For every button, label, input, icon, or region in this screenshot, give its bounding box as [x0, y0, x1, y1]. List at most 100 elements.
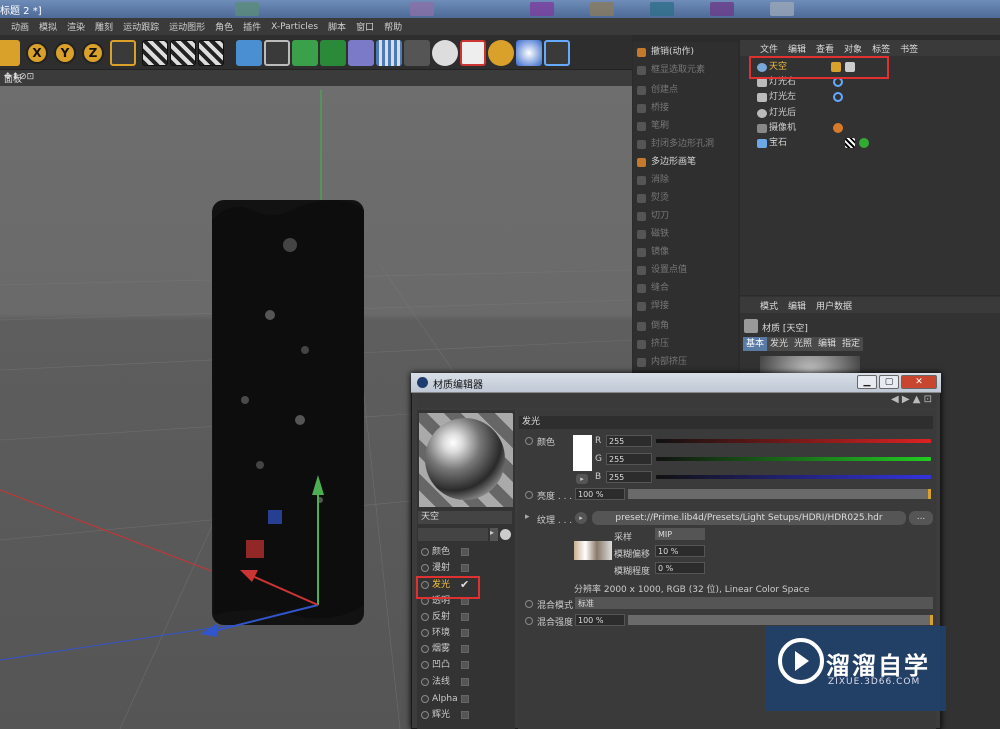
taskbar-thumbnail[interactable] — [590, 2, 614, 16]
material-editor-titlebar[interactable]: 材质编辑器 ▁ ▢ ✕ — [411, 373, 941, 393]
cloner-icon[interactable] — [320, 40, 346, 66]
render-view-icon[interactable] — [142, 40, 168, 66]
arrow-icon[interactable]: ▸ — [490, 528, 498, 541]
weld-command[interactable]: 焊接 — [633, 298, 738, 315]
channel-bump[interactable]: 凹凸 — [420, 658, 510, 672]
tab-editor[interactable]: 编辑 — [815, 337, 840, 351]
tab-illumination[interactable]: 光照 — [791, 337, 816, 351]
minimize-button[interactable]: ▁ — [857, 375, 877, 389]
set-point-value-command[interactable]: 设置点值 — [633, 262, 738, 279]
maximize-button[interactable]: ▢ — [879, 375, 899, 389]
deformer-icon[interactable] — [348, 40, 374, 66]
floor-icon[interactable] — [376, 40, 402, 66]
mix-strength-field[interactable]: 100 % — [575, 614, 625, 626]
b-value-field[interactable]: 255 — [606, 471, 652, 483]
menu-plugins[interactable]: 插件 — [238, 20, 266, 33]
spline-icon[interactable] — [264, 40, 290, 66]
g-value-field[interactable]: 255 — [606, 453, 652, 465]
jewel-object[interactable] — [212, 200, 364, 625]
channel-glow[interactable]: 辉光 — [420, 708, 510, 722]
menu-animation[interactable]: 动画 — [6, 20, 34, 33]
stitch-command[interactable]: 缝合 — [633, 280, 738, 297]
mix-strength-slider[interactable] — [628, 615, 933, 625]
subdivision-icon[interactable] — [292, 40, 318, 66]
taskbar-thumbnail[interactable] — [650, 2, 674, 16]
material-name-field[interactable]: 天空 — [418, 511, 512, 524]
r-value-field[interactable]: 255 — [606, 435, 652, 447]
am-menu-edit[interactable]: 编辑 — [788, 299, 806, 312]
g-slider[interactable] — [656, 457, 931, 461]
tag-icon[interactable] — [460, 40, 486, 66]
cube-icon[interactable] — [236, 40, 262, 66]
taskbar-thumbnail[interactable] — [235, 2, 259, 16]
texture-browse-button[interactable]: ... — [909, 511, 933, 525]
picker-icon[interactable] — [500, 529, 511, 540]
sampling-dropdown[interactable]: MIP — [655, 528, 705, 540]
create-point-command[interactable]: 创建点 — [633, 82, 738, 99]
viewport-nav-icons[interactable]: ✥⬍⊘⊡ — [4, 72, 628, 82]
extrude-inner-command[interactable]: 内部挤压 — [633, 354, 738, 371]
texture-path-button[interactable]: preset://Prime.lib4d/Presets/Light Setup… — [592, 511, 906, 525]
channel-color[interactable]: 颜色 — [420, 545, 510, 559]
object-row-light-back[interactable]: 灯光后 — [745, 106, 995, 121]
taskbar-thumbnail[interactable] — [410, 2, 434, 16]
render-settings-icon[interactable] — [198, 40, 224, 66]
tab-basic[interactable]: 基本 — [743, 337, 768, 351]
object-row-camera[interactable]: 摄像机 — [745, 121, 995, 136]
knife-command[interactable]: 切刀 — [633, 208, 738, 225]
close-hole-command[interactable]: 封闭多边形孔洞 — [633, 136, 738, 153]
am-menu-mode[interactable]: 模式 — [760, 299, 778, 312]
menu-render[interactable]: 渲染 — [62, 20, 90, 33]
target-tag-icon[interactable] — [833, 92, 843, 102]
brightness-slider[interactable] — [628, 489, 931, 499]
object-row-light-left[interactable]: 灯光左 — [745, 90, 995, 105]
x-axis-lock-button[interactable]: X — [26, 42, 48, 64]
brightness-field[interactable]: 100 % — [575, 488, 625, 500]
taskbar-thumbnail[interactable] — [710, 2, 734, 16]
channel-diffusion[interactable]: 漫射 — [420, 561, 510, 575]
om-menu-view[interactable]: 查看 — [816, 42, 834, 55]
color-swatch[interactable] — [573, 435, 592, 471]
tab-luminance[interactable]: 发光 — [767, 337, 792, 351]
nav-arrows-icon[interactable]: ◀ ▶ ▲ ⊡ — [891, 394, 932, 405]
polygon-pen-command[interactable]: 多边形画笔 — [633, 154, 738, 171]
extrude-command[interactable]: 挤压 — [633, 336, 738, 353]
move-tool-icon[interactable] — [0, 40, 20, 66]
iron-command[interactable]: 熨烫 — [633, 190, 738, 207]
light-icon[interactable] — [432, 40, 458, 66]
om-menu-edit[interactable]: 编辑 — [788, 42, 806, 55]
render-picture-viewer-icon[interactable] — [170, 40, 196, 66]
om-menu-tags[interactable]: 标签 — [872, 42, 890, 55]
brightness-anim-radio[interactable] — [525, 491, 533, 499]
om-menu-object[interactable]: 对象 — [844, 42, 862, 55]
menu-help[interactable]: 帮助 — [379, 20, 407, 33]
dissolve-command[interactable]: 消除 — [633, 172, 738, 189]
om-menu-bookmarks[interactable]: 书签 — [900, 42, 918, 55]
menu-x-particles[interactable]: X-Particles — [266, 22, 323, 32]
tab-assign[interactable]: 指定 — [839, 337, 864, 351]
channel-environment[interactable]: 环境 — [420, 626, 510, 640]
taskbar-thumbnail[interactable] — [770, 2, 794, 16]
sphere-icon[interactable] — [516, 40, 542, 66]
bevel-command[interactable]: 倒角 — [633, 318, 738, 335]
channel-fog[interactable]: 烟雾 — [420, 642, 510, 656]
menu-script[interactable]: 脚本 — [323, 20, 351, 33]
menu-sculpt[interactable]: 雕刻 — [90, 20, 118, 33]
menu-motion-tracking[interactable]: 运动跟踪 — [118, 20, 164, 33]
undo-command[interactable]: 撤销(动作) — [633, 44, 738, 61]
am-menu-userdata[interactable]: 用户数据 — [816, 299, 852, 312]
expand-icon[interactable]: ▸ — [576, 474, 588, 484]
blur-offset-field[interactable]: 10 % — [655, 545, 705, 557]
z-axis-lock-button[interactable]: Z — [82, 42, 104, 64]
mirror-command[interactable]: 镜像 — [633, 244, 738, 261]
mix-strength-anim-radio[interactable] — [525, 617, 533, 625]
xyz-axis-icon[interactable] — [488, 40, 514, 66]
coordinate-system-icon[interactable] — [110, 40, 136, 66]
object-row-gem[interactable]: 宝石 — [745, 136, 995, 151]
menu-mograph[interactable]: 运动图形 — [164, 20, 210, 33]
mix-mode-dropdown[interactable]: 标准 — [575, 597, 933, 609]
menu-window[interactable]: 窗口 — [351, 20, 379, 33]
cone-icon[interactable] — [544, 40, 570, 66]
taskbar-thumbnail[interactable] — [530, 2, 554, 16]
texture-thumbnail[interactable] — [574, 541, 612, 560]
